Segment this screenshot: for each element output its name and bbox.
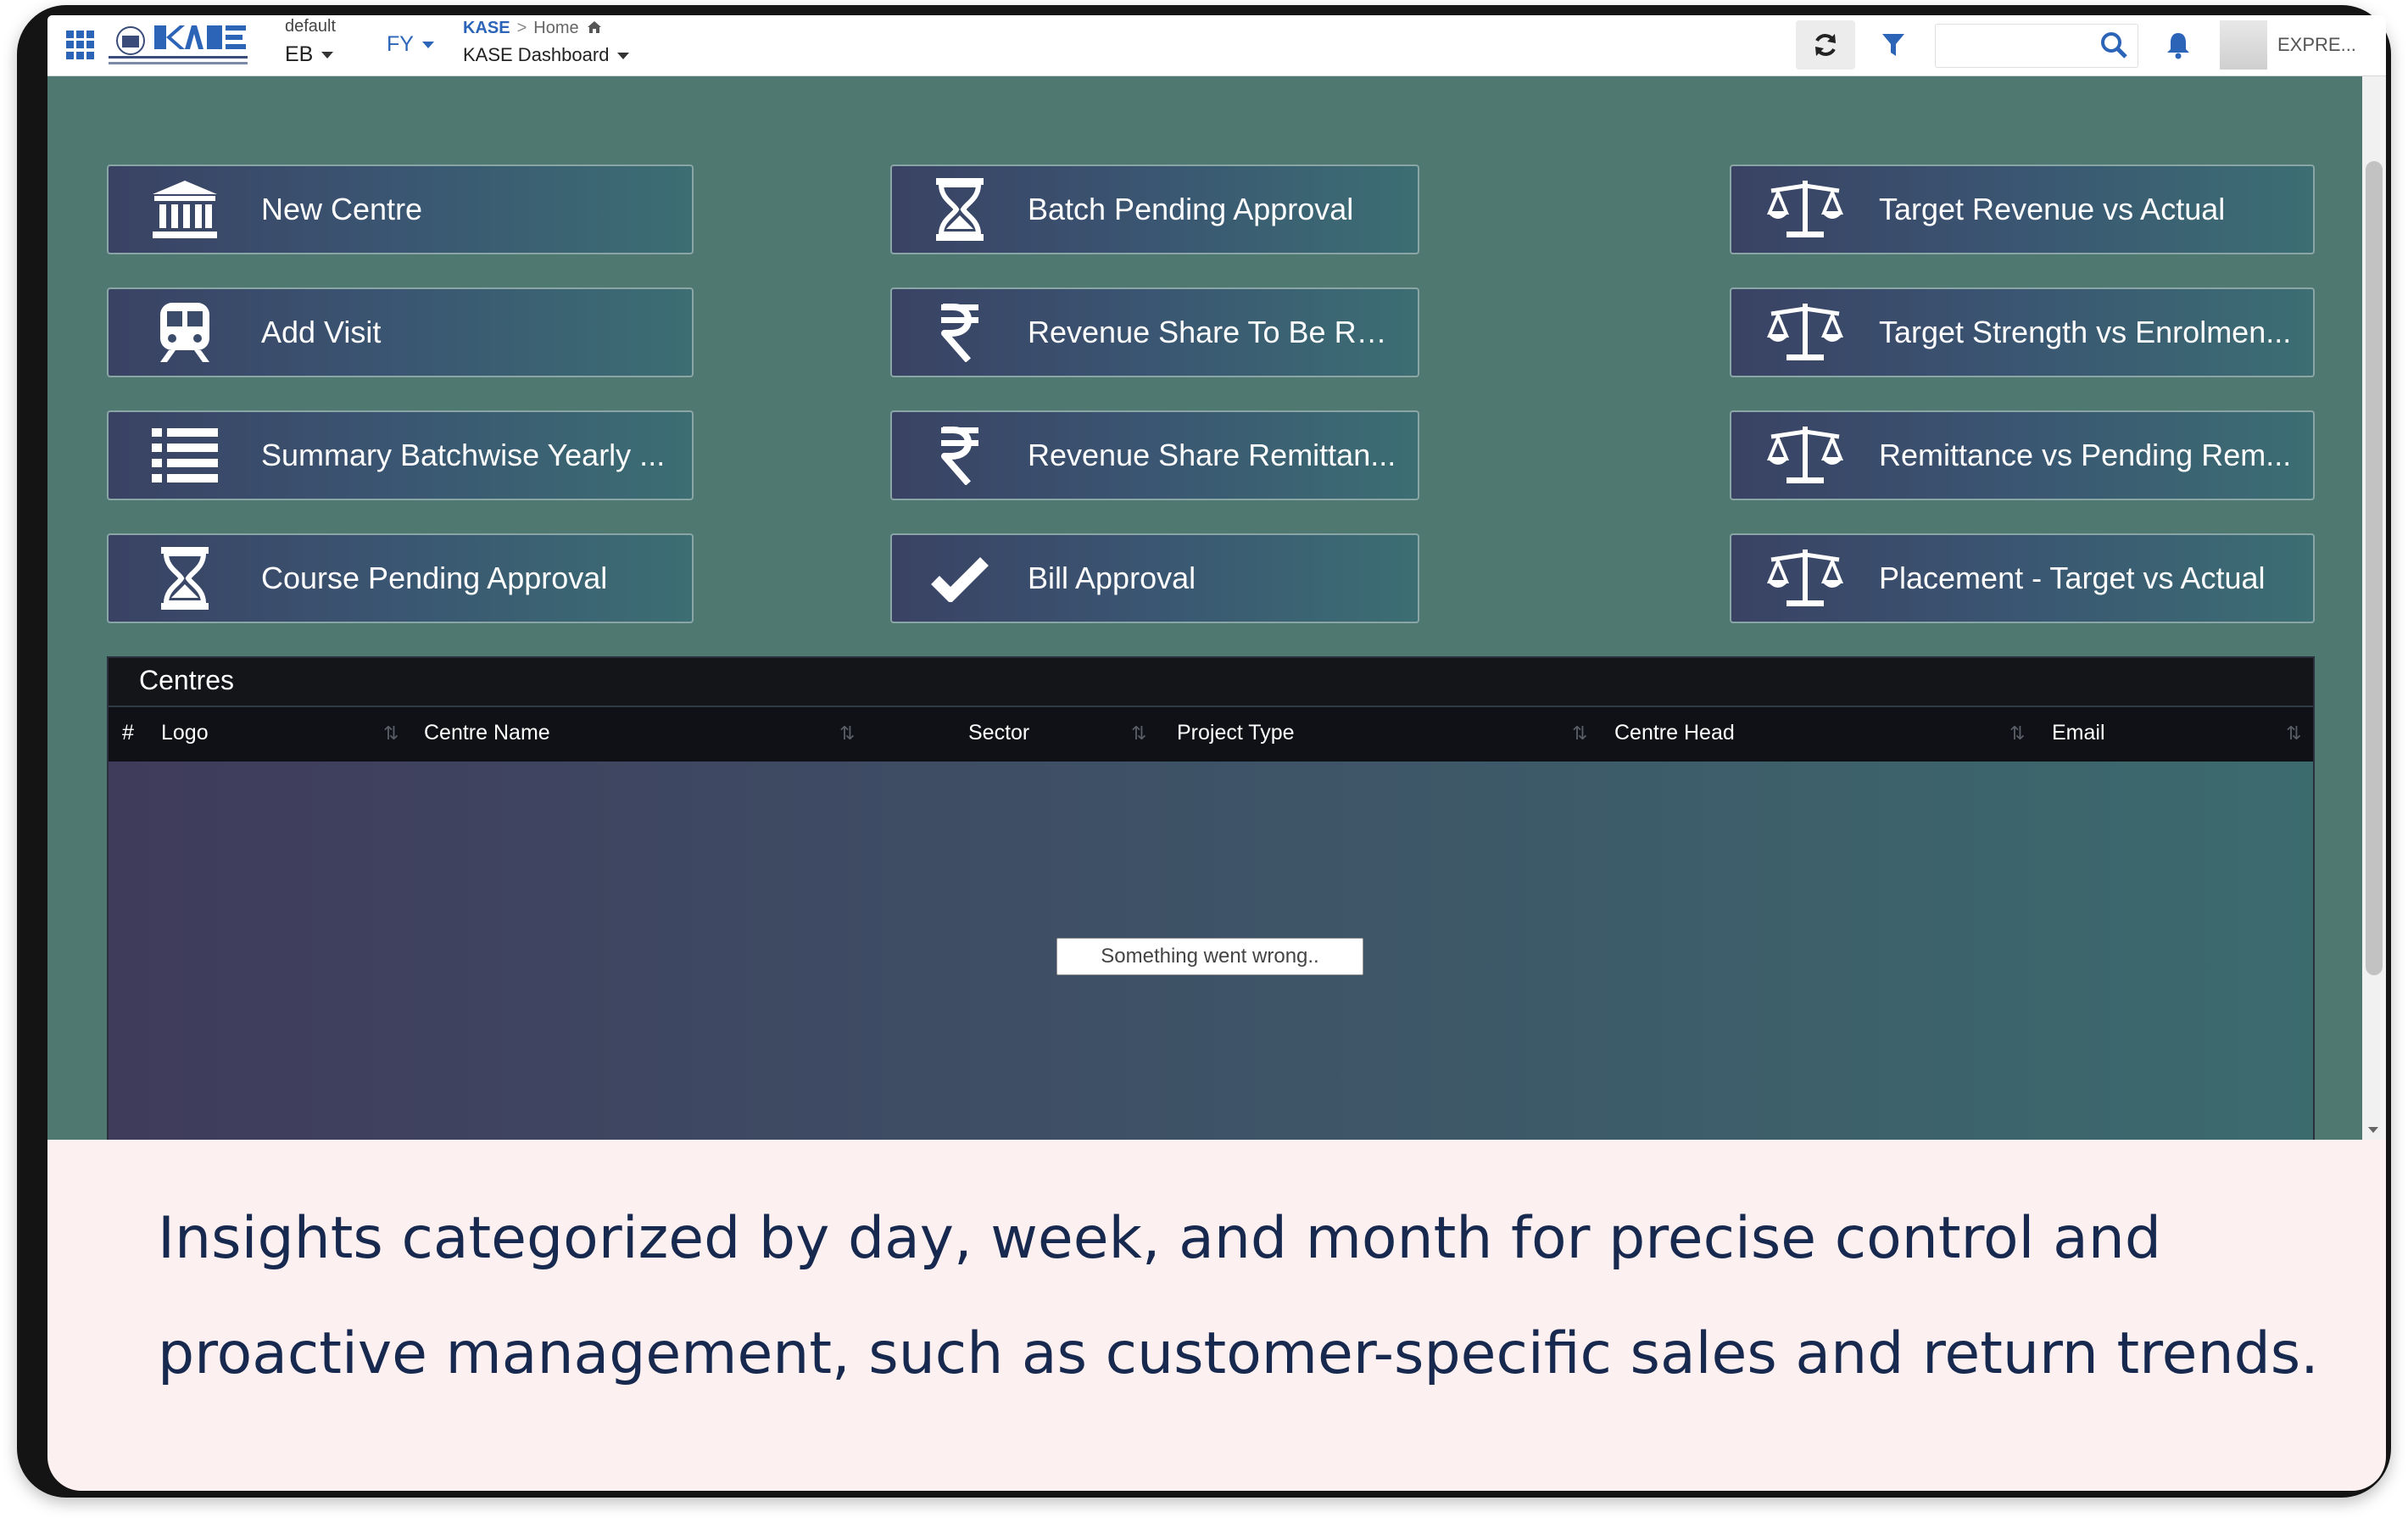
tile-label: Summary Batchwise Yearly ... [261, 438, 666, 472]
sort-icon[interactable]: ⇅ [2009, 722, 2025, 745]
breadcrumb-root[interactable]: KASE [463, 19, 510, 37]
top-bar: default EB FY KASE > Home KASE Dashboard [47, 15, 2386, 76]
table-body: Something went wrong.. [109, 762, 2313, 1140]
chevron-down-icon [321, 52, 334, 59]
table-header: # Logo ⇅ Centre Name ⇅ Sector ⇅ Project … [109, 706, 2313, 762]
column-header-centre-name[interactable]: Centre Name [424, 721, 550, 745]
centres-panel: Centres # Logo ⇅ Centre Name ⇅ Sector ⇅ … [107, 656, 2315, 1140]
column-header-project-type[interactable]: Project Type [1177, 721, 1295, 745]
search-icon [2101, 32, 2127, 59]
kase-logo [109, 25, 248, 64]
bell-icon [2167, 33, 2189, 59]
tile-revenue-share-remittance[interactable]: Revenue Share Remittan... [890, 410, 1419, 500]
breadcrumb-separator: > [516, 19, 527, 37]
rupee-icon [941, 304, 978, 362]
search-button[interactable] [2093, 20, 2135, 70]
apps-grid-icon[interactable] [66, 31, 95, 59]
fy-label: FY [387, 32, 414, 56]
column-header-logo[interactable]: Logo [161, 721, 209, 745]
tile-new-centre[interactable]: New Centre [107, 165, 694, 254]
breadcrumb-home[interactable]: Home [533, 19, 578, 37]
tile-label: Target Revenue vs Actual [1879, 192, 2226, 226]
column-header-index: # [122, 721, 134, 745]
scrollbar[interactable] [2362, 76, 2386, 1140]
filter-icon [1882, 34, 1904, 56]
tile-label: New Centre [261, 192, 423, 226]
tile-label: Placement - Target vs Actual [1879, 561, 2266, 595]
column-header-sector[interactable]: Sector [968, 721, 1029, 745]
tile-label: Revenue Share Remittan... [1028, 438, 1396, 472]
tile-course-pending-approval[interactable]: Course Pending Approval [107, 533, 694, 623]
tile-batch-pending-approval[interactable]: Batch Pending Approval [890, 165, 1419, 254]
scale-icon [1767, 427, 1843, 483]
check-icon [931, 557, 989, 602]
sort-icon[interactable]: ⇅ [1131, 722, 1146, 745]
device-frame: default EB FY KASE > Home KASE Dashboard [17, 5, 2391, 1498]
chevron-down-icon [421, 42, 434, 49]
fy-selector[interactable]: FY [387, 32, 434, 57]
tile-target-strength-vs-enrolment[interactable]: Target Strength vs Enrolmen... [1730, 287, 2315, 377]
scrollbar-thumb[interactable] [2366, 161, 2383, 975]
scale-icon [1767, 181, 1843, 237]
refresh-button[interactable] [1796, 20, 1855, 70]
chevron-down-icon [617, 53, 630, 60]
breadcrumb: KASE > Home [463, 19, 602, 38]
home-icon [588, 21, 602, 33]
tile-label: Bill Approval [1028, 561, 1196, 595]
tile-summary-batchwise[interactable]: Summary Batchwise Yearly ... [107, 410, 694, 500]
train-icon [160, 303, 209, 362]
tile-target-revenue-vs-actual[interactable]: Target Revenue vs Actual [1730, 165, 2315, 254]
user-name[interactable]: EXPRE... [2277, 34, 2356, 56]
tile-label: Revenue Share To Be Re... [1028, 315, 1399, 349]
list-icon [152, 428, 218, 483]
tile-placement-target-vs-actual[interactable]: Placement - Target vs Actual [1730, 533, 2315, 623]
tile-add-visit[interactable]: Add Visit [107, 287, 694, 377]
sort-icon[interactable]: ⇅ [1572, 722, 1587, 745]
dashboard-selector[interactable]: KASE Dashboard [463, 44, 630, 66]
refresh-icon [1815, 34, 1836, 56]
tile-bill-approval[interactable]: Bill Approval [890, 533, 1419, 623]
sort-icon[interactable]: ⇅ [839, 722, 855, 745]
avatar[interactable] [2220, 20, 2267, 70]
column-header-email[interactable]: Email [2052, 721, 2105, 745]
column-header-centre-head[interactable]: Centre Head [1614, 721, 1735, 745]
scale-icon [1767, 304, 1843, 360]
tile-label: Add Visit [261, 315, 382, 349]
tile-remittance-vs-pending[interactable]: Remittance vs Pending Rem... [1730, 410, 2315, 500]
context-value: EB [285, 42, 314, 66]
dashboard-title: KASE Dashboard [463, 44, 610, 65]
scale-icon [1767, 550, 1843, 606]
screen: default EB FY KASE > Home KASE Dashboard [47, 15, 2386, 1491]
tile-revenue-share-to-be-received[interactable]: Revenue Share To Be Re... [890, 287, 1419, 377]
tile-label: Course Pending Approval [261, 561, 608, 595]
dashboard-area: New Centre Add Visit Summary Batchwise Y… [47, 76, 2386, 1140]
hourglass-icon [161, 547, 209, 610]
notifications-button[interactable] [2157, 20, 2199, 70]
panel-title: Centres [109, 658, 2313, 706]
scroll-down-icon[interactable] [2368, 1127, 2378, 1133]
hourglass-icon [936, 178, 984, 241]
sort-icon[interactable]: ⇅ [383, 722, 399, 745]
bank-icon [153, 181, 217, 238]
tile-label: Remittance vs Pending Rem... [1879, 438, 2292, 472]
tile-label: Target Strength vs Enrolmen... [1879, 315, 2292, 349]
marketing-caption: Insights categorized by day, week, and m… [158, 1205, 2319, 1387]
filter-button[interactable] [1870, 20, 1916, 70]
context-label: default [285, 17, 337, 36]
tile-label: Batch Pending Approval [1028, 192, 1354, 226]
error-message: Something went wrong.. [1056, 938, 1363, 975]
sort-icon[interactable]: ⇅ [2286, 722, 2301, 745]
rupee-icon [941, 427, 978, 485]
